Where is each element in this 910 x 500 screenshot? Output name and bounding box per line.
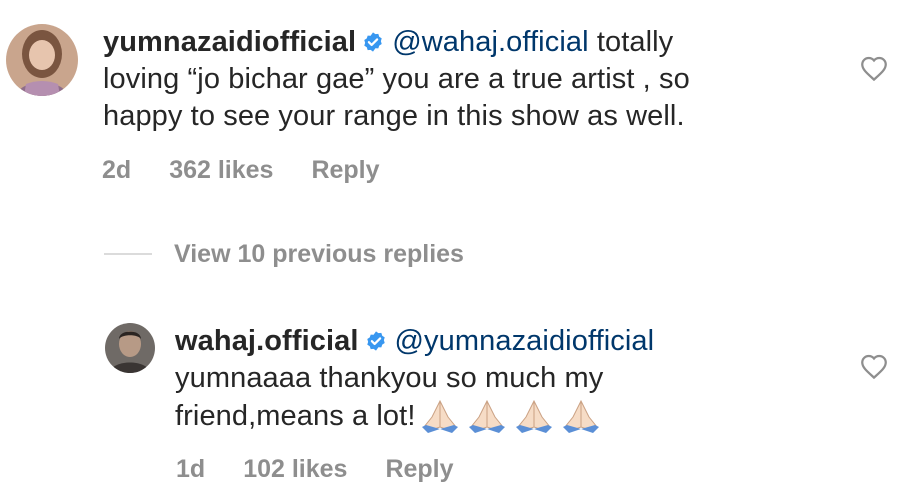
folded-hands-emoji-icon (465, 397, 509, 433)
folded-hands-emoji-icon (512, 397, 556, 433)
comment-item: yumnazaidiofficial @wahaj.official totall… (0, 0, 910, 200)
mention-link[interactable]: @yumnazaidiofficial (395, 325, 655, 357)
likes-count[interactable]: 362 likes (169, 156, 273, 184)
like-heart-icon[interactable] (859, 352, 889, 380)
comment-meta: 2d 362 likes Reply (102, 156, 418, 185)
view-previous-replies-button[interactable]: View 10 previous replies (104, 236, 464, 272)
mention-link[interactable]: @wahaj.official (392, 26, 588, 58)
profile-photo-icon (6, 24, 78, 96)
like-heart-icon[interactable] (859, 54, 889, 82)
view-replies-label: View 10 previous replies (174, 239, 464, 268)
reply-button[interactable]: Reply (311, 156, 379, 184)
verified-badge-icon (365, 330, 387, 352)
folded-hands-emoji-icon (559, 397, 603, 433)
comment-text-line: totally (596, 26, 674, 58)
comment-meta: 1d 102 likes Reply (176, 455, 492, 484)
profile-photo-icon (105, 323, 155, 373)
comment-text: wahaj.official @yumnazaidiofficial yumnaa… (175, 323, 835, 443)
comment-text-line: loving “jo bichar gae” you are a true ar… (103, 63, 690, 95)
likes-count[interactable]: 102 likes (243, 455, 347, 483)
comment-timestamp[interactable]: 2d (102, 156, 131, 184)
replies-divider (104, 253, 152, 255)
avatar[interactable] (105, 323, 155, 373)
comment-text: yumnazaidiofficial @wahaj.official totall… (103, 24, 823, 135)
comment-username[interactable]: yumnazaidiofficial (103, 26, 356, 58)
comment-text-line: yumnaaaa thankyou so much my (175, 362, 604, 394)
comment-username[interactable]: wahaj.official (175, 325, 359, 357)
reply-button[interactable]: Reply (385, 455, 453, 483)
comment-text-line: happy to see your range in this show as … (103, 100, 685, 132)
comment-timestamp[interactable]: 1d (176, 455, 205, 483)
comment-text-line: friend,means a lot! (175, 400, 416, 432)
folded-hands-emoji-icon (418, 397, 462, 433)
reply-item: wahaj.official @yumnazaidiofficial yumnaa… (0, 300, 910, 500)
avatar[interactable] (6, 24, 78, 96)
folded-hands-emoji-row (415, 397, 603, 443)
verified-badge-icon (362, 31, 384, 53)
